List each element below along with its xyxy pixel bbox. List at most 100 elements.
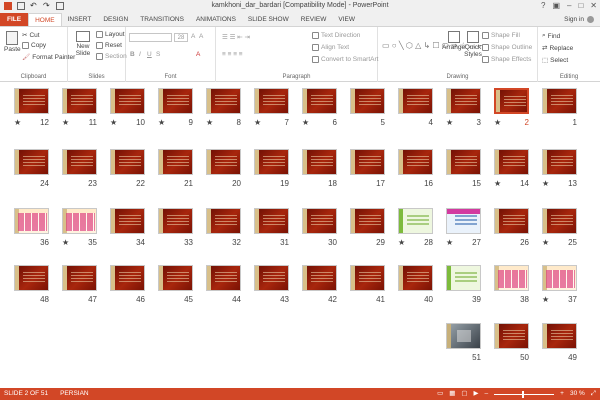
slide-thumbnail[interactable] — [446, 265, 481, 291]
bold-button[interactable]: B — [130, 51, 135, 58]
cut-button[interactable]: ✂ Cut — [22, 31, 40, 40]
shape-outline-button[interactable]: Shape Outline — [482, 44, 532, 51]
font-name-select[interactable] — [129, 33, 172, 42]
zoom-in-button[interactable]: + — [560, 388, 564, 400]
tab-design[interactable]: DESIGN — [97, 13, 134, 26]
tab-insert[interactable]: INSERT — [62, 13, 98, 26]
slide-thumbnail[interactable] — [398, 208, 433, 234]
font-color-button[interactable]: A — [196, 51, 200, 58]
transition-star-icon[interactable]: ★ — [398, 238, 405, 247]
transition-star-icon[interactable]: ★ — [494, 118, 501, 127]
slide-thumbnail[interactable] — [206, 208, 241, 234]
transition-star-icon[interactable]: ★ — [110, 118, 117, 127]
transition-star-icon[interactable]: ★ — [446, 118, 453, 127]
normal-view-icon[interactable]: ▭ — [437, 388, 443, 400]
transition-star-icon[interactable]: ★ — [542, 295, 549, 304]
zoom-slider[interactable] — [494, 390, 555, 398]
grow-font-button[interactable]: A — [191, 33, 195, 40]
slide-thumbnail[interactable] — [446, 208, 481, 234]
slide-thumbnail[interactable] — [62, 208, 97, 234]
tab-transitions[interactable]: TRANSITIONS — [134, 13, 190, 26]
slide-thumbnail[interactable] — [110, 149, 145, 175]
new-slide-button[interactable]: New Slide — [72, 31, 94, 57]
shape-fill-button[interactable]: Shape Fill — [482, 32, 520, 39]
slide-thumbnail[interactable] — [494, 208, 529, 234]
slide-thumbnail[interactable] — [542, 265, 577, 291]
slideshow-view-icon[interactable]: ▶ — [474, 388, 479, 400]
transition-star-icon[interactable]: ★ — [542, 238, 549, 247]
zoom-level[interactable]: 30 % — [570, 388, 585, 400]
slide-thumbnail[interactable] — [494, 149, 529, 175]
slide-sorter-view-icon[interactable]: ▦ — [449, 388, 455, 400]
slide-thumbnail[interactable] — [302, 208, 337, 234]
quick-styles-button[interactable]: Quick Styles — [464, 31, 482, 58]
arrange-button[interactable]: Arrange — [442, 31, 465, 51]
slide-thumbnail[interactable] — [206, 149, 241, 175]
tab-animations[interactable]: ANIMATIONS — [190, 13, 242, 26]
text-direction-button[interactable]: Text Direction — [312, 32, 360, 39]
underline-button[interactable]: U — [147, 51, 152, 58]
help-icon[interactable]: ? — [541, 1, 545, 10]
slide-thumbnail[interactable] — [254, 208, 289, 234]
transition-star-icon[interactable]: ★ — [62, 118, 69, 127]
slide-thumbnail[interactable] — [254, 265, 289, 291]
slide-thumbnail[interactable] — [350, 149, 385, 175]
transition-star-icon[interactable]: ★ — [254, 118, 261, 127]
shrink-font-button[interactable]: A — [199, 33, 203, 40]
slide-thumbnail[interactable] — [14, 149, 49, 175]
slide-thumbnail[interactable] — [62, 88, 97, 114]
slide-thumbnail[interactable] — [350, 88, 385, 114]
tab-review[interactable]: REVIEW — [295, 13, 333, 26]
tab-slide-show[interactable]: SLIDE SHOW — [242, 13, 295, 26]
tab-view[interactable]: VIEW — [332, 13, 361, 26]
slide-thumbnail[interactable] — [302, 88, 337, 114]
transition-star-icon[interactable]: ★ — [62, 238, 69, 247]
copy-button[interactable]: Copy — [22, 42, 46, 49]
slide-thumbnail[interactable] — [158, 149, 193, 175]
convert-smartart-button[interactable]: Convert to SmartArt — [312, 56, 378, 63]
slide-thumbnail[interactable] — [398, 88, 433, 114]
slide-thumbnail[interactable] — [14, 208, 49, 234]
slide-thumbnail[interactable] — [446, 149, 481, 175]
tab-file[interactable]: FILE — [0, 13, 29, 26]
transition-star-icon[interactable]: ★ — [158, 118, 165, 127]
layout-button[interactable]: Layout — [96, 31, 125, 38]
transition-star-icon[interactable]: ★ — [494, 179, 501, 188]
slide-thumbnail[interactable] — [494, 323, 529, 349]
transition-star-icon[interactable]: ★ — [542, 179, 549, 188]
slide-thumbnail[interactable] — [110, 88, 145, 114]
slide-thumbnail[interactable] — [254, 88, 289, 114]
slide-thumbnail[interactable] — [110, 265, 145, 291]
slide-thumbnail[interactable] — [494, 88, 529, 114]
maximize-button[interactable]: □ — [578, 1, 583, 10]
slide-thumbnail[interactable] — [158, 208, 193, 234]
shadow-button[interactable]: S — [156, 51, 160, 58]
slide-thumbnail[interactable] — [14, 88, 49, 114]
slide-thumbnail[interactable] — [542, 323, 577, 349]
shape-effects-button[interactable]: Shape Effects — [482, 56, 531, 63]
slide-thumbnail[interactable] — [350, 208, 385, 234]
shapes-gallery[interactable]: ▭ ○ ╲ ⬡ △ ↳ ☐ ⬭ ⇒ ☆ ⌒ ⌐ — [382, 31, 482, 61]
zoom-out-button[interactable]: – — [485, 388, 489, 400]
transition-star-icon[interactable]: ★ — [14, 118, 21, 127]
italic-button[interactable]: I — [139, 51, 141, 58]
reading-view-icon[interactable]: ▢ — [461, 388, 467, 400]
slide-thumbnail[interactable] — [542, 149, 577, 175]
align-text-button[interactable]: Align Text — [312, 44, 349, 51]
bullets-button[interactable]: ☰ ☰ ⇤ ⇥ — [222, 33, 250, 41]
slide-thumbnail[interactable] — [398, 265, 433, 291]
tab-home[interactable]: HOME — [28, 13, 62, 26]
paste-button[interactable]: Paste — [4, 31, 21, 53]
transition-star-icon[interactable]: ★ — [206, 118, 213, 127]
replace-button[interactable]: ⇄ Replace — [542, 44, 573, 53]
ribbon-display-icon[interactable]: ▣ — [552, 1, 560, 10]
slide-thumbnail[interactable] — [542, 88, 577, 114]
slide-thumbnail[interactable] — [254, 149, 289, 175]
select-button[interactable]: ⬚ Select — [542, 56, 568, 65]
section-button[interactable]: Section — [96, 53, 127, 60]
slide-thumbnail[interactable] — [446, 323, 481, 349]
slide-thumbnail[interactable] — [158, 265, 193, 291]
align-buttons[interactable]: ≡ ≡ ≡ ≡ — [222, 51, 243, 58]
slide-thumbnail[interactable] — [110, 208, 145, 234]
slide-thumbnail[interactable] — [350, 265, 385, 291]
